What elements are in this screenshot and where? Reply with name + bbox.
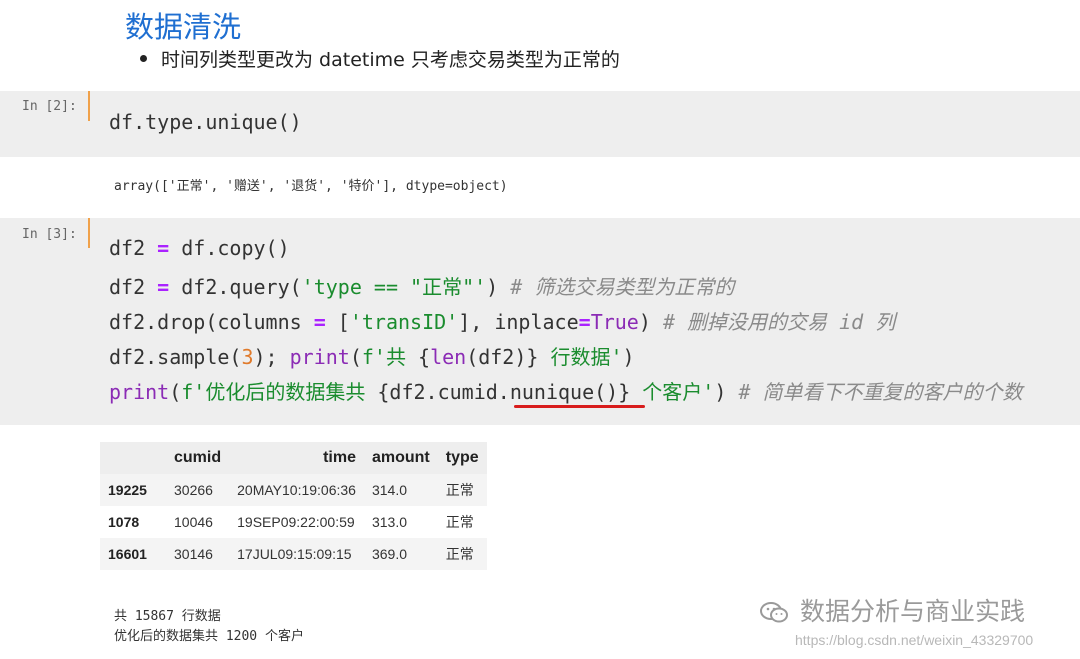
code-token: {df2.cumid.: [377, 380, 510, 404]
code-token: (: [349, 345, 362, 369]
code-token: ): [638, 310, 663, 334]
code-string: f'优化后的数据集共: [181, 380, 378, 404]
code-keyword: print: [289, 345, 350, 369]
row-index: 19225: [100, 474, 166, 506]
code-comment: # 筛选交易类型为正常的: [510, 275, 735, 299]
dataframe-output-table: cumid time amount type 19225 30266 20MAY…: [100, 442, 487, 570]
code-keyword: True: [590, 310, 639, 334]
code-token: df2.query(: [169, 275, 302, 299]
code-operator: =: [157, 236, 170, 260]
watermark: 数据分析与商业实践: [760, 592, 1025, 628]
cell-time: 19SEP09:22:00:59: [229, 506, 364, 538]
code-comment: # 简单看下不重复的客户的个数: [738, 380, 1023, 404]
table-header-type: type: [437, 442, 487, 474]
cell-2-prompt: In [2]:: [22, 99, 77, 114]
code-token: ): [486, 275, 511, 299]
code-token: (df2): [466, 345, 527, 369]
code-token: df2: [109, 236, 158, 260]
code-token: ): [714, 380, 739, 404]
bullet-item: 时间列类型更改为 datetime 只考虑交易类型为正常的: [140, 45, 620, 72]
code-string: 个客户': [630, 380, 715, 404]
code-operator: =: [157, 275, 170, 299]
cell-3-line-1: df2 = df.copy(): [109, 236, 290, 260]
code-token: [: [325, 310, 350, 334]
cell-amount: 369.0: [363, 538, 438, 570]
table-row: 16601 30146 17JUL09:15:09:15 369.0 正常: [100, 538, 487, 570]
row-index: 1078: [100, 506, 166, 538]
table-row: 1078 10046 19SEP09:22:00:59 313.0 正常: [100, 506, 487, 538]
code-token: df2.sample(: [109, 345, 242, 369]
watermark-url: https://blog.csdn.net/weixin_43329700: [795, 632, 1034, 648]
cell-type: 正常: [437, 506, 487, 538]
code-token: }: [618, 380, 631, 404]
wechat-icon: [760, 601, 790, 625]
code-token-underlined: nunique(): [509, 380, 619, 404]
code-operator: =: [578, 310, 591, 334]
cell-time: 20MAY10:19:06:36: [229, 474, 364, 506]
cell-amount: 313.0: [363, 506, 438, 538]
code-token: (: [169, 380, 182, 404]
table-header-index: [100, 442, 166, 474]
code-token: {: [418, 345, 431, 369]
bullet-text: 时间列类型更改为 datetime 只考虑交易类型为正常的: [161, 49, 620, 71]
code-keyword: print: [109, 380, 170, 404]
cell-3-line-3: df2.drop(columns = ['transID'], inplace=…: [109, 306, 895, 335]
cell-3-line-5: print(f'优化后的数据集共 {df2.cumid.nunique()} 个…: [109, 376, 1023, 405]
code-string: 'transID': [349, 310, 459, 334]
code-token: df.copy(): [169, 236, 290, 260]
cell-time: 17JUL09:15:09:15: [229, 538, 364, 570]
cell-amount: 314.0: [363, 474, 438, 506]
table-header-amount: amount: [363, 442, 438, 474]
code-token: ): [622, 345, 635, 369]
code-string: 行数据': [538, 345, 623, 369]
table-row: 19225 30266 20MAY10:19:06:36 314.0 正常: [100, 474, 487, 506]
code-token: }: [526, 345, 539, 369]
print-output-line-1: 共 15867 行数据: [114, 609, 221, 624]
cell-cumid: 30146: [166, 538, 230, 570]
cell-type: 正常: [437, 538, 487, 570]
cell-2-code[interactable]: df.type.unique(): [109, 110, 302, 134]
table-header-cumid: cumid: [166, 442, 230, 474]
code-comment: # 删掉没用的交易 id 列: [662, 310, 896, 334]
row-index: 16601: [100, 538, 166, 570]
code-keyword: len: [430, 345, 467, 369]
code-token: df2.drop(columns: [109, 310, 314, 334]
code-token: );: [253, 345, 290, 369]
cell-cumid: 30266: [166, 474, 230, 506]
code-string: f'共: [361, 345, 419, 369]
code-token: ], inplace: [458, 310, 579, 334]
red-underline-annotation: [514, 405, 645, 408]
code-string: 'type == "正常"': [301, 275, 487, 299]
cell-3-line-4: df2.sample(3); print(f'共 {len(df2)} 行数据'…: [109, 341, 635, 370]
cell-3-prompt: In [3]:: [22, 227, 77, 242]
cell-2-border-bar: [88, 91, 90, 121]
code-operator: =: [313, 310, 326, 334]
bullet-dot: [140, 55, 147, 62]
section-heading: 数据清洗: [125, 10, 242, 44]
table-header-time: time: [229, 442, 364, 474]
code-number: 3: [241, 345, 254, 369]
cell-3-border-bar: [88, 218, 90, 248]
cell-3-line-2: df2 = df2.query('type == "正常"') # 筛选交易类型…: [109, 271, 734, 300]
cell-type: 正常: [437, 474, 487, 506]
print-output-line-2: 优化后的数据集共 1200 个客户: [114, 629, 304, 644]
watermark-text: 数据分析与商业实践: [800, 597, 1026, 626]
cell-2-output: array(['正常', '赠送', '退货', '特价'], dtype=ob…: [114, 179, 508, 194]
table-header-row: cumid time amount type: [100, 442, 487, 474]
code-token: df2: [109, 275, 158, 299]
cell-cumid: 10046: [166, 506, 230, 538]
